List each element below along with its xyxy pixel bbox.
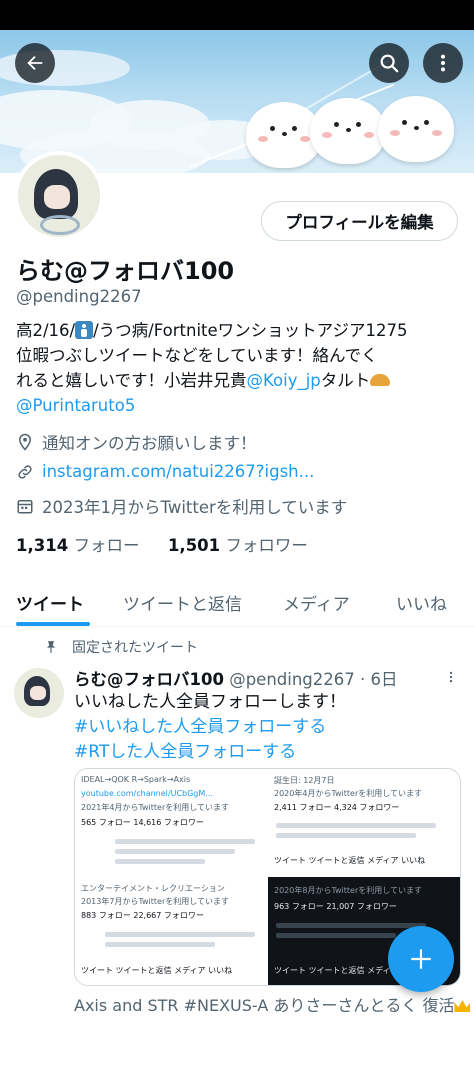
active-tab-indicator [16, 622, 90, 626]
more-horizontal-icon [449, 671, 453, 683]
edit-profile-button[interactable]: プロフィールを編集 [261, 201, 458, 241]
follow-stats: 1,314 フォロー 1,501 フォロワー [16, 532, 308, 556]
tab-tweets-replies[interactable]: ツイートと返信 [123, 578, 242, 627]
plus-icon [411, 949, 431, 969]
tab-media[interactable]: メディア [283, 578, 350, 627]
pinned-tweet-label: 固定されたツイート [44, 637, 198, 657]
following-link[interactable]: 1,314 フォロー [16, 536, 139, 555]
hashtag-link[interactable]: #いいねした人全員フォローする [74, 715, 464, 740]
profile-tabs: ツイート ツイートと返信 メディア いいね [0, 578, 474, 627]
tweet-author-name[interactable]: らむ@フォロバ100 [74, 670, 224, 689]
hashtag-link[interactable]: #RTした人全員フォローする [74, 740, 464, 765]
profile-website[interactable]: instagram.com/natui2267?igsh... [16, 462, 314, 481]
calendar-icon [17, 500, 33, 514]
tab-likes[interactable]: いいね [396, 578, 447, 627]
profile-name: らむ@フォロバ100 [16, 257, 235, 285]
link-icon [18, 464, 32, 479]
profile-location: 通知オンの方お願いします！ [16, 430, 257, 454]
more-vertical-icon [440, 54, 446, 72]
pin-icon [46, 641, 56, 653]
back-arrow-icon [27, 55, 43, 71]
media-image-2[interactable]: 誕生日: 12月7日 2020年4月からTwitterを利用しています 2,41… [268, 769, 460, 875]
profile-avatar[interactable] [14, 151, 104, 241]
tweet-avatar[interactable] [14, 668, 64, 718]
mention-link-purintaruto[interactable]: @Purintaruto5 [16, 396, 135, 415]
search-icon [380, 54, 399, 73]
more-options-button[interactable] [423, 43, 463, 83]
followers-link[interactable]: 1,501 フォロワー [168, 536, 308, 555]
location-icon [18, 433, 32, 451]
tab-tweets[interactable]: ツイート [16, 578, 84, 627]
back-button[interactable] [15, 43, 55, 83]
tweet-more-button[interactable] [444, 668, 458, 690]
media-image-3[interactable]: エンターテイメント・レクリエーション 2013年7月からTwitterを利用して… [75, 877, 266, 985]
person-emoji-icon [75, 321, 94, 339]
search-button[interactable] [369, 43, 409, 83]
compose-tweet-button[interactable] [388, 926, 454, 992]
tweet-header: らむ@フォロバ100 @pending2267 · 6日 [74, 666, 398, 690]
profile-handle: @pending2267 [16, 287, 142, 306]
profile-bio: 高2/16//うつ病/Fortniteワンショットアジア1275 位暇つぶしツイ… [16, 321, 408, 415]
tweet-meta: @pending2267 · 6日 [229, 670, 398, 689]
media-image-1[interactable]: IDEAL→QOK R→Spark→Axis youtube.com/chann… [75, 769, 266, 875]
crown-emoji-icon [454, 1000, 471, 1012]
pie-emoji-icon [370, 374, 391, 386]
next-tweet-preview: Axis and STR #NEXUS-A ありさーさんとるく 復活 [74, 992, 471, 1016]
status-bar [0, 0, 474, 30]
profile-joined: 2023年1月からTwitterを利用しています [16, 494, 347, 518]
tweet-text: いいねした人全員フォローします！ #いいねした人全員フォローする #RTした人全… [74, 690, 464, 765]
mention-link-koiy[interactable]: @Koiy_jp [247, 371, 321, 390]
